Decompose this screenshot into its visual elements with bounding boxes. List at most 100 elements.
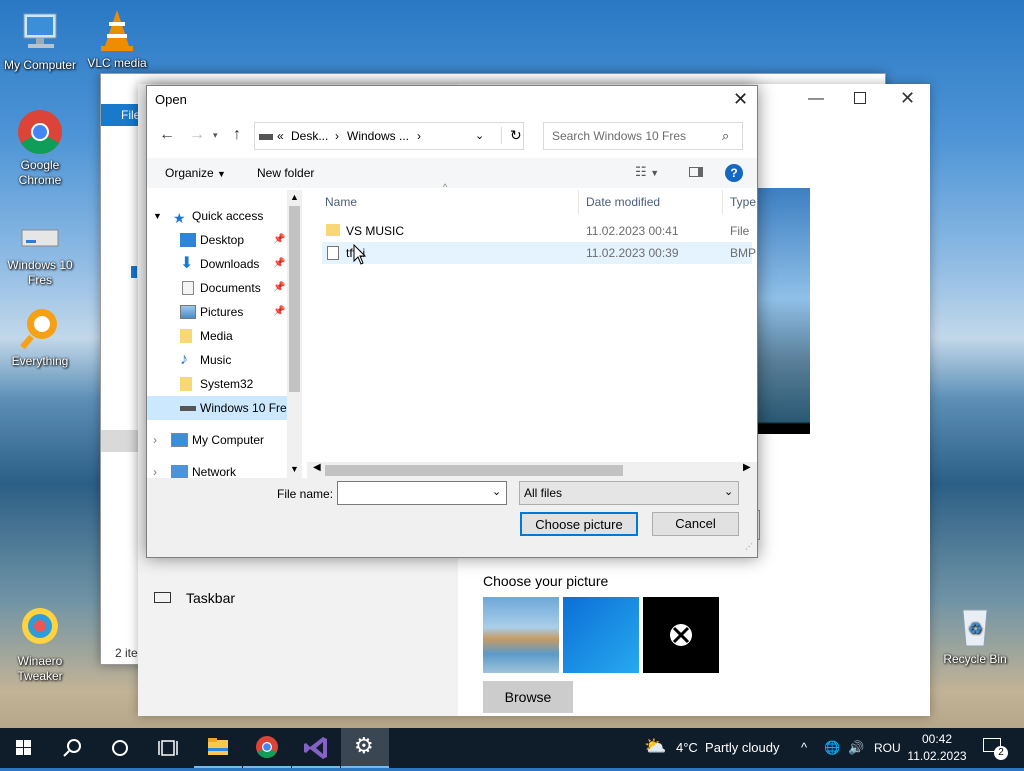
pin-icon[interactable]: 📌 [273,258,285,269]
breadcrumb-desktop[interactable]: Desk... [291,129,328,143]
visual-studio-taskbar-button[interactable] [292,728,340,768]
desktop-icon-label: Everything [11,354,69,368]
picture-thumb-beach[interactable] [483,597,559,673]
nav-my-computer[interactable]: › My Computer [147,428,287,452]
preview-pane-icon[interactable] [689,167,703,177]
recent-locations-chevron-icon[interactable]: ▾ [213,130,218,141]
desktop-icon-recycle-bin[interactable]: ♻ Recycle Bin [935,602,1015,667]
desktop-icon-chrome[interactable]: Google Chrome [0,108,80,188]
tray-overflow-chevron-icon[interactable]: ^ [801,728,807,768]
refresh-icon[interactable]: ↻ [501,127,522,144]
chevron-right-icon: › [153,433,157,447]
scroll-down-icon[interactable]: ▼ [290,464,299,474]
up-button[interactable]: ↑ [233,126,241,144]
file-list[interactable]: VS MUSIC 11.02.2023 00:41 File fo tffai … [302,214,756,462]
column-date-modified[interactable]: Date modified [586,190,660,214]
nav-item-downloads[interactable]: ⬇ Downloads 📌 [147,252,287,276]
chrome-taskbar-button[interactable] [243,728,291,768]
nav-item-windows-drive[interactable]: Windows 10 Fres [147,396,293,420]
list-item-tffai[interactable]: tffai 11.02.2023 00:39 BMP [322,242,756,264]
filename-input[interactable]: ⌄ [337,481,507,505]
nav-item-media[interactable]: Media [147,324,287,348]
drive-icon [180,406,196,411]
picture-thumb-xbox[interactable] [643,597,719,673]
help-icon[interactable]: ? [725,164,743,182]
pin-icon[interactable]: 📌 [273,234,285,245]
organize-button[interactable]: Organize ▼ [165,166,226,180]
filetype-select[interactable]: All files ⌄ [519,481,739,505]
search-icon[interactable]: ⌕ [722,128,729,144]
task-view-button[interactable] [144,728,192,768]
settings-taskbar-item[interactable]: Taskbar [186,590,235,606]
clock[interactable]: 00:42 11.02.2023 [904,731,970,765]
scroll-left-icon[interactable]: ◀ [313,462,321,473]
file-explorer-taskbar-button[interactable] [194,728,242,768]
desktop-icon-my-computer[interactable]: My Computer [0,8,80,73]
nav-item-documents[interactable]: Documents 📌 [147,276,287,300]
breadcrumb-separator-icon: › [417,129,421,143]
search-button[interactable] [48,728,96,768]
view-options-icon[interactable]: ☷ ▼ [635,164,659,180]
close-icon[interactable]: ✕ [900,88,915,109]
picture-thumb-windows[interactable] [563,597,639,673]
address-bar[interactable]: « Desk... › Windows ... › ⌄ ↻ [254,122,524,150]
breadcrumb-overflow[interactable]: « [277,129,284,143]
language-indicator[interactable]: ROU [874,728,901,768]
nav-quick-access[interactable]: ▼ ★ Quick access [147,204,287,228]
desktop-icon-winaero[interactable]: Winaero Tweaker [0,604,80,684]
choose-picture-button[interactable]: Choose picture [520,512,638,536]
network-globe-icon[interactable]: 🌐 [824,728,840,768]
open-dialog[interactable]: Open ✕ ← → ▾ ↑ « Desk... › Windows ... ›… [146,85,758,558]
list-item-vs-music[interactable]: VS MUSIC 11.02.2023 00:41 File fo [322,220,752,260]
nav-scroll-thumb[interactable] [289,206,300,392]
weather-text[interactable]: 4°C Partly cloudy [676,728,779,768]
forward-button[interactable]: → [189,126,205,144]
organize-label: Organize [165,166,214,180]
dialog-close-button[interactable]: ✕ [733,89,748,110]
navigation-pane[interactable]: ▼ ★ Quick access Desktop 📌 ⬇ Downloads 📌… [147,190,302,478]
scroll-up-icon[interactable]: ▲ [290,192,299,202]
horizontal-scroll-thumb[interactable] [325,465,623,476]
resize-grip-icon[interactable]: ⋰ [745,542,753,551]
nav-item-pictures[interactable]: Pictures 📌 [147,300,287,324]
desktop-icon-windows-drive[interactable]: Windows 10 Fres [0,222,80,288]
column-type[interactable]: Type [730,190,756,214]
browse-button[interactable]: Browse [483,681,573,713]
visual-studio-icon [304,737,327,759]
cancel-button[interactable]: Cancel [652,512,739,536]
volume-icon[interactable]: 🔊 [848,728,864,768]
nav-item-system32[interactable]: System32 [147,372,287,396]
back-button[interactable]: ← [159,126,175,144]
cortana-button[interactable] [96,728,144,768]
cortana-circle-icon [112,740,128,756]
recycle-bin-icon: ♻ [951,602,999,650]
nav-item-label: Windows 10 Fres [200,401,293,415]
desktop-icon-vlc[interactable]: VLC media [77,6,157,71]
scroll-right-icon[interactable]: ▶ [743,462,751,473]
column-name[interactable]: Name [325,190,357,214]
filetype-value: All files [524,486,563,500]
search-box[interactable]: Search Windows 10 Fres ⌕ [543,122,743,150]
chevron-down-icon[interactable]: ⌄ [492,485,501,498]
nav-scrollbar[interactable]: ▲ ▼ [287,190,302,478]
desktop-icon-everything[interactable]: Everything [0,304,80,369]
new-folder-button[interactable]: New folder [257,166,314,180]
pin-icon[interactable]: 📌 [273,306,285,317]
breadcrumb-drive[interactable]: Windows ... [347,129,409,143]
start-button[interactable] [0,728,48,768]
address-dropdown-icon[interactable]: ⌄ [475,129,484,142]
nav-item-label: Pictures [200,305,244,319]
settings-taskbar-button[interactable]: ⚙ [341,728,389,768]
nav-item-desktop[interactable]: Desktop 📌 [147,228,287,252]
horizontal-scrollbar[interactable]: ◀ ▶ [307,462,757,478]
notification-center-button[interactable]: 2 [980,734,1008,762]
pin-icon[interactable]: 📌 [273,282,285,293]
search-input[interactable]: Search Windows 10 Fres [552,129,686,143]
search-icon [63,739,81,757]
maximize-icon[interactable] [854,92,866,104]
taskbar: ⚙ ⛅ 4°C Partly cloudy ^ 🌐 🔊 ROU 00:42 11… [0,728,1024,768]
minimize-icon[interactable]: — [808,90,824,108]
nav-network[interactable]: › Network [147,460,287,478]
weather-icon[interactable]: ⛅ [644,736,666,757]
nav-item-music[interactable]: ♪ Music [147,348,287,372]
